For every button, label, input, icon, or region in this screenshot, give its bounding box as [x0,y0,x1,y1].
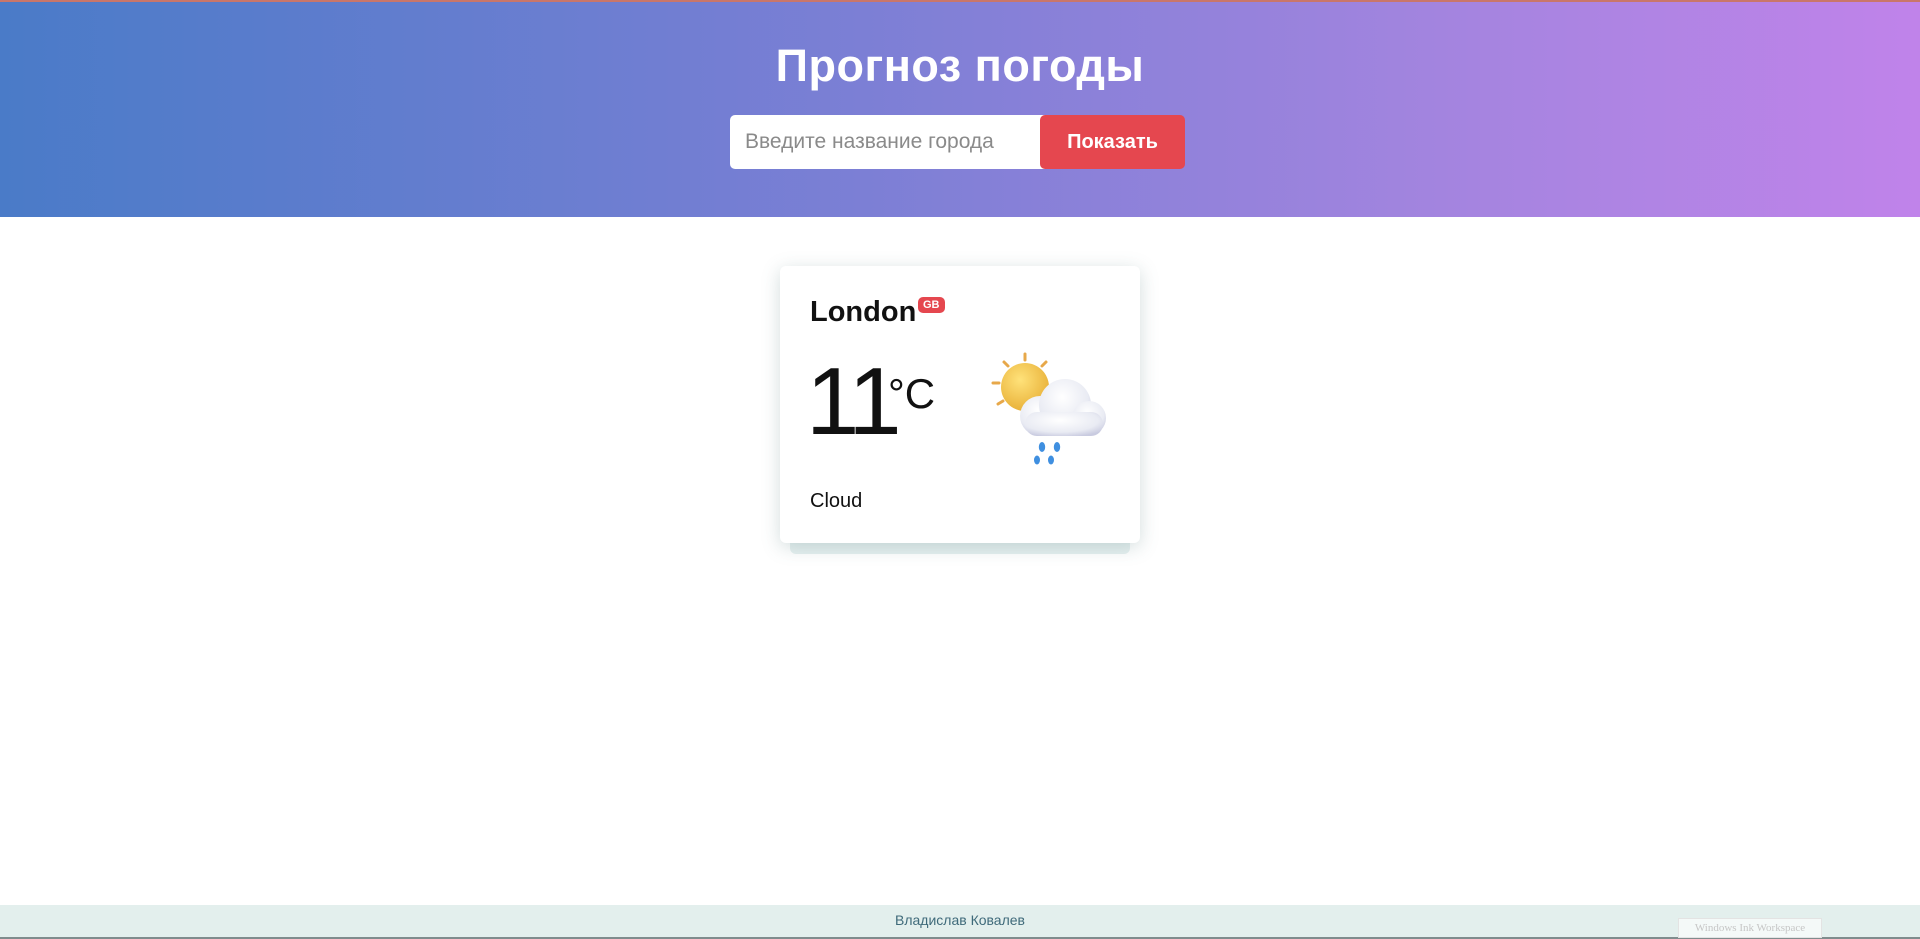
show-weather-button[interactable]: Показать [1040,115,1185,169]
weather-card: London GB 11 °C Cloud [780,266,1140,543]
country-badge: GB [918,297,945,313]
footer-author: Владислав Ковалев [895,912,1025,928]
page-title: Прогноз погоды [775,40,1145,91]
temperature-value: 11 [806,348,902,455]
header: Прогноз погоды Показать [0,0,1920,217]
weather-description: Cloud [810,490,863,512]
city-name: London [810,296,917,328]
city-search-input[interactable] [730,115,1045,169]
footer: Владислав Ковалев [0,905,1920,939]
sun-behind-rain-cloud-icon [991,352,1106,465]
windows-ink-workspace-watermark: Windows Ink Workspace [1678,918,1822,938]
temperature-unit: °C [888,370,936,417]
search-form: Показать [730,115,1190,169]
